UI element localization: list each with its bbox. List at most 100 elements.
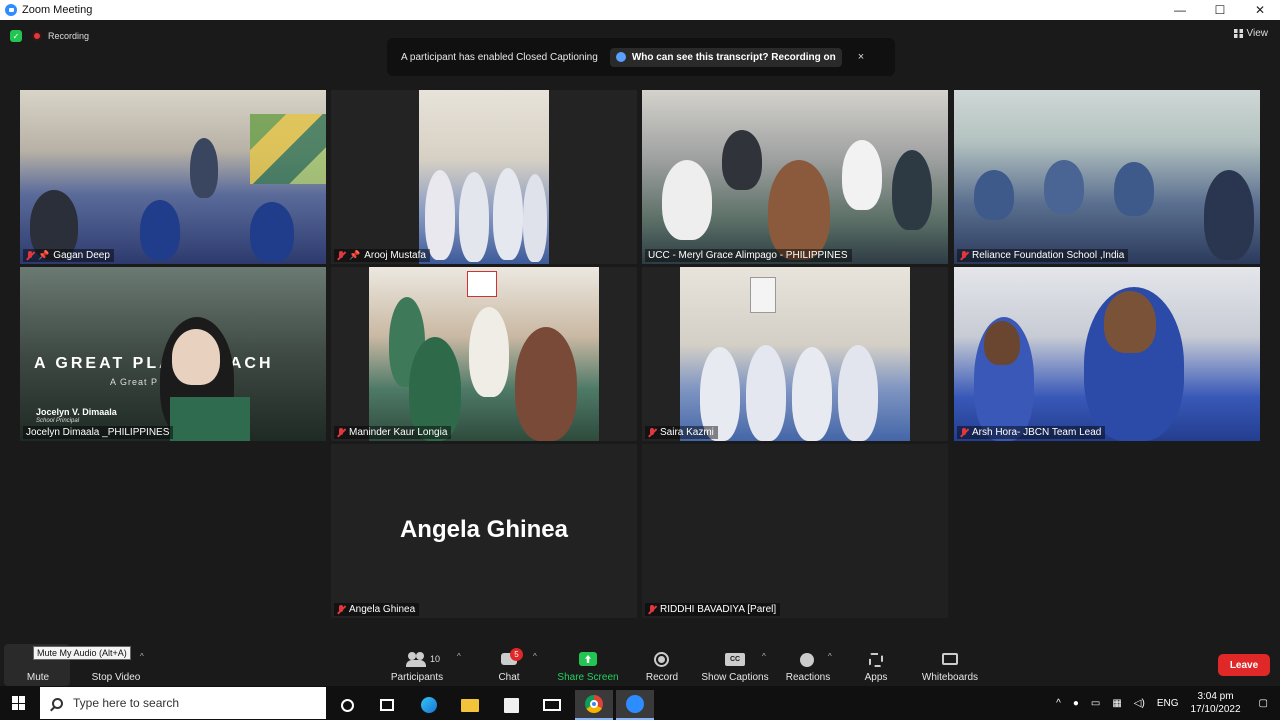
windows-start-icon[interactable] bbox=[12, 696, 26, 710]
whiteboards-label: Whiteboards bbox=[921, 672, 979, 683]
participant-name: RIDDHI BAVADIYA [Parel] bbox=[660, 604, 777, 615]
reactions-chevron-icon[interactable]: ^ bbox=[828, 652, 832, 661]
task-view-icon[interactable] bbox=[368, 690, 406, 720]
microphone-icon[interactable]: ● bbox=[1073, 698, 1079, 709]
participant-name: Saira Kazmi bbox=[660, 427, 714, 438]
participant-name: Arooj Mustafa bbox=[364, 250, 426, 261]
video-tile-active-speaker[interactable]: UCC - Meryl Grace Alimpago - PHILIPPINES bbox=[642, 90, 948, 264]
participant-name-bar: RIDDHI BAVADIYA [Parel] bbox=[645, 603, 781, 616]
view-button[interactable]: View bbox=[1233, 28, 1269, 39]
participant-video bbox=[642, 90, 948, 264]
muted-mic-icon bbox=[648, 604, 656, 615]
share-screen-button[interactable]: Share Screen bbox=[554, 642, 622, 686]
video-tile[interactable]: 📌 Arooj Mustafa bbox=[331, 90, 637, 264]
participant-name: UCC - Meryl Grace Alimpago - PHILIPPINES bbox=[648, 250, 848, 261]
virtual-background-person-name: Jocelyn V. Dimaala bbox=[36, 407, 117, 417]
participant-video: A GREAT PLA O TEACH A Great P k Jocelyn … bbox=[20, 267, 326, 441]
show-captions-button[interactable]: CC Show Captions bbox=[700, 642, 770, 686]
cc-message: A participant has enabled Closed Caption… bbox=[401, 51, 598, 63]
security-shield-icon[interactable]: ✓ bbox=[10, 30, 22, 42]
participant-name-bar: Maninder Kaur Longia bbox=[334, 426, 452, 439]
participant-name-bar: 📌 Gagan Deep bbox=[23, 249, 114, 262]
participant-video bbox=[954, 267, 1260, 441]
chat-label: Chat bbox=[498, 672, 520, 683]
video-tile[interactable]: A GREAT PLA O TEACH A Great P k Jocelyn … bbox=[20, 267, 326, 441]
file-explorer-icon[interactable] bbox=[451, 690, 489, 720]
network-icon[interactable]: ▦ bbox=[1112, 698, 1121, 709]
muted-mic-icon bbox=[337, 427, 345, 438]
search-icon bbox=[52, 697, 63, 709]
zoom-window: Zoom Meeting — ☐ ✕ ✓ Recording View A pa… bbox=[0, 0, 1280, 720]
virtual-background-headline: A GREAT PLA O TEACH bbox=[34, 355, 274, 372]
video-tile[interactable]: Maninder Kaur Longia bbox=[331, 267, 637, 441]
stop-video-label: Stop Video bbox=[91, 672, 141, 683]
video-options-chevron-icon[interactable]: ^ bbox=[140, 652, 144, 661]
volume-icon[interactable]: ◁) bbox=[1134, 698, 1145, 709]
notifications-icon[interactable]: ▢ bbox=[1259, 698, 1268, 709]
participant-video bbox=[642, 444, 948, 618]
participant-name-bar: 📌 Arooj Mustafa bbox=[334, 249, 430, 262]
minimize-button[interactable]: — bbox=[1160, 0, 1200, 20]
participant-name-bar: Saira Kazmi bbox=[645, 426, 718, 439]
whiteboards-button[interactable]: Whiteboards bbox=[918, 642, 982, 686]
chrome-icon[interactable] bbox=[575, 690, 613, 720]
taskbar-clock[interactable]: 3:04 pm 17/10/2022 bbox=[1190, 690, 1240, 716]
video-tile[interactable]: Arsh Hora- JBCN Team Lead bbox=[954, 267, 1260, 441]
cortana-icon[interactable] bbox=[328, 690, 366, 720]
captions-chevron-icon[interactable]: ^ bbox=[762, 652, 766, 661]
close-window-button[interactable]: ✕ bbox=[1240, 0, 1280, 20]
grid-view-icon bbox=[1233, 29, 1243, 38]
zoom-app-icon[interactable] bbox=[616, 690, 654, 720]
participant-name: Arsh Hora- JBCN Team Lead bbox=[972, 427, 1102, 438]
clock-time: 3:04 pm bbox=[1197, 691, 1234, 702]
participant-name: Gagan Deep bbox=[53, 250, 110, 261]
participant-video bbox=[680, 267, 910, 441]
participant-name-bar: Jocelyn Dimaala _PHILIPPINES bbox=[23, 426, 174, 439]
chat-button[interactable]: 5 Chat bbox=[488, 642, 530, 686]
participant-name-bar: Angela Ghinea bbox=[334, 603, 420, 616]
video-tile[interactable]: Reliance Foundation School ,India bbox=[954, 90, 1260, 264]
taskbar-search-box[interactable]: Type here to search bbox=[40, 687, 326, 719]
leave-button[interactable]: Leave bbox=[1218, 654, 1270, 676]
maximize-button[interactable]: ☐ bbox=[1200, 0, 1240, 20]
show-captions-label: Show Captions bbox=[701, 672, 769, 683]
close-banner-icon[interactable]: × bbox=[858, 51, 864, 63]
reactions-button[interactable]: Reactions bbox=[784, 642, 832, 686]
mail-icon[interactable] bbox=[533, 690, 571, 720]
participants-chevron-icon[interactable]: ^ bbox=[457, 652, 461, 661]
edge-browser-icon[interactable] bbox=[410, 690, 448, 720]
chevron-up-icon[interactable]: ^ bbox=[1056, 698, 1061, 709]
chat-chevron-icon[interactable]: ^ bbox=[533, 652, 537, 661]
reactions-label: Reactions bbox=[785, 672, 831, 683]
apps-icon bbox=[867, 652, 885, 668]
muted-mic-icon bbox=[337, 250, 345, 261]
participant-name: Jocelyn Dimaala _PHILIPPINES bbox=[26, 427, 170, 438]
record-button[interactable]: Record bbox=[640, 642, 684, 686]
participant-name: Maninder Kaur Longia bbox=[349, 427, 448, 438]
apps-button[interactable]: Apps bbox=[856, 642, 896, 686]
participants-button[interactable]: 10 Participants bbox=[386, 642, 448, 686]
microsoft-store-icon[interactable] bbox=[492, 690, 530, 720]
battery-icon[interactable]: ▭ bbox=[1091, 698, 1100, 709]
title-bar: Zoom Meeting — ☐ ✕ bbox=[0, 0, 1280, 20]
participant-video bbox=[369, 267, 599, 441]
virtual-background-person-role: School Principal bbox=[36, 418, 80, 424]
window-title: Zoom Meeting bbox=[22, 4, 93, 16]
muted-mic-icon bbox=[960, 427, 968, 438]
top-status: ✓ Recording bbox=[10, 30, 89, 42]
apps-label: Apps bbox=[864, 672, 888, 683]
language-indicator[interactable]: ENG bbox=[1157, 698, 1179, 709]
closed-captions-icon: CC bbox=[725, 652, 745, 668]
video-tile[interactable]: Angela Ghinea Angela Ghinea bbox=[331, 444, 637, 618]
video-tile[interactable]: RIDDHI BAVADIYA [Parel] bbox=[642, 444, 948, 618]
whiteboard-icon bbox=[941, 652, 959, 668]
pin-icon: 📌 bbox=[38, 250, 50, 260]
transcript-visibility-button[interactable]: Who can see this transcript? Recording o… bbox=[609, 47, 842, 67]
meeting-area: ✓ Recording View A participant has enabl… bbox=[0, 20, 1280, 642]
participant-video bbox=[419, 90, 549, 264]
stop-video-button[interactable]: Stop Video bbox=[86, 642, 146, 686]
video-tile[interactable]: Saira Kazmi bbox=[642, 267, 948, 441]
mute-label: Mute bbox=[26, 672, 50, 683]
video-tile[interactable]: 📌 Gagan Deep bbox=[20, 90, 326, 264]
view-label: View bbox=[1246, 28, 1269, 39]
